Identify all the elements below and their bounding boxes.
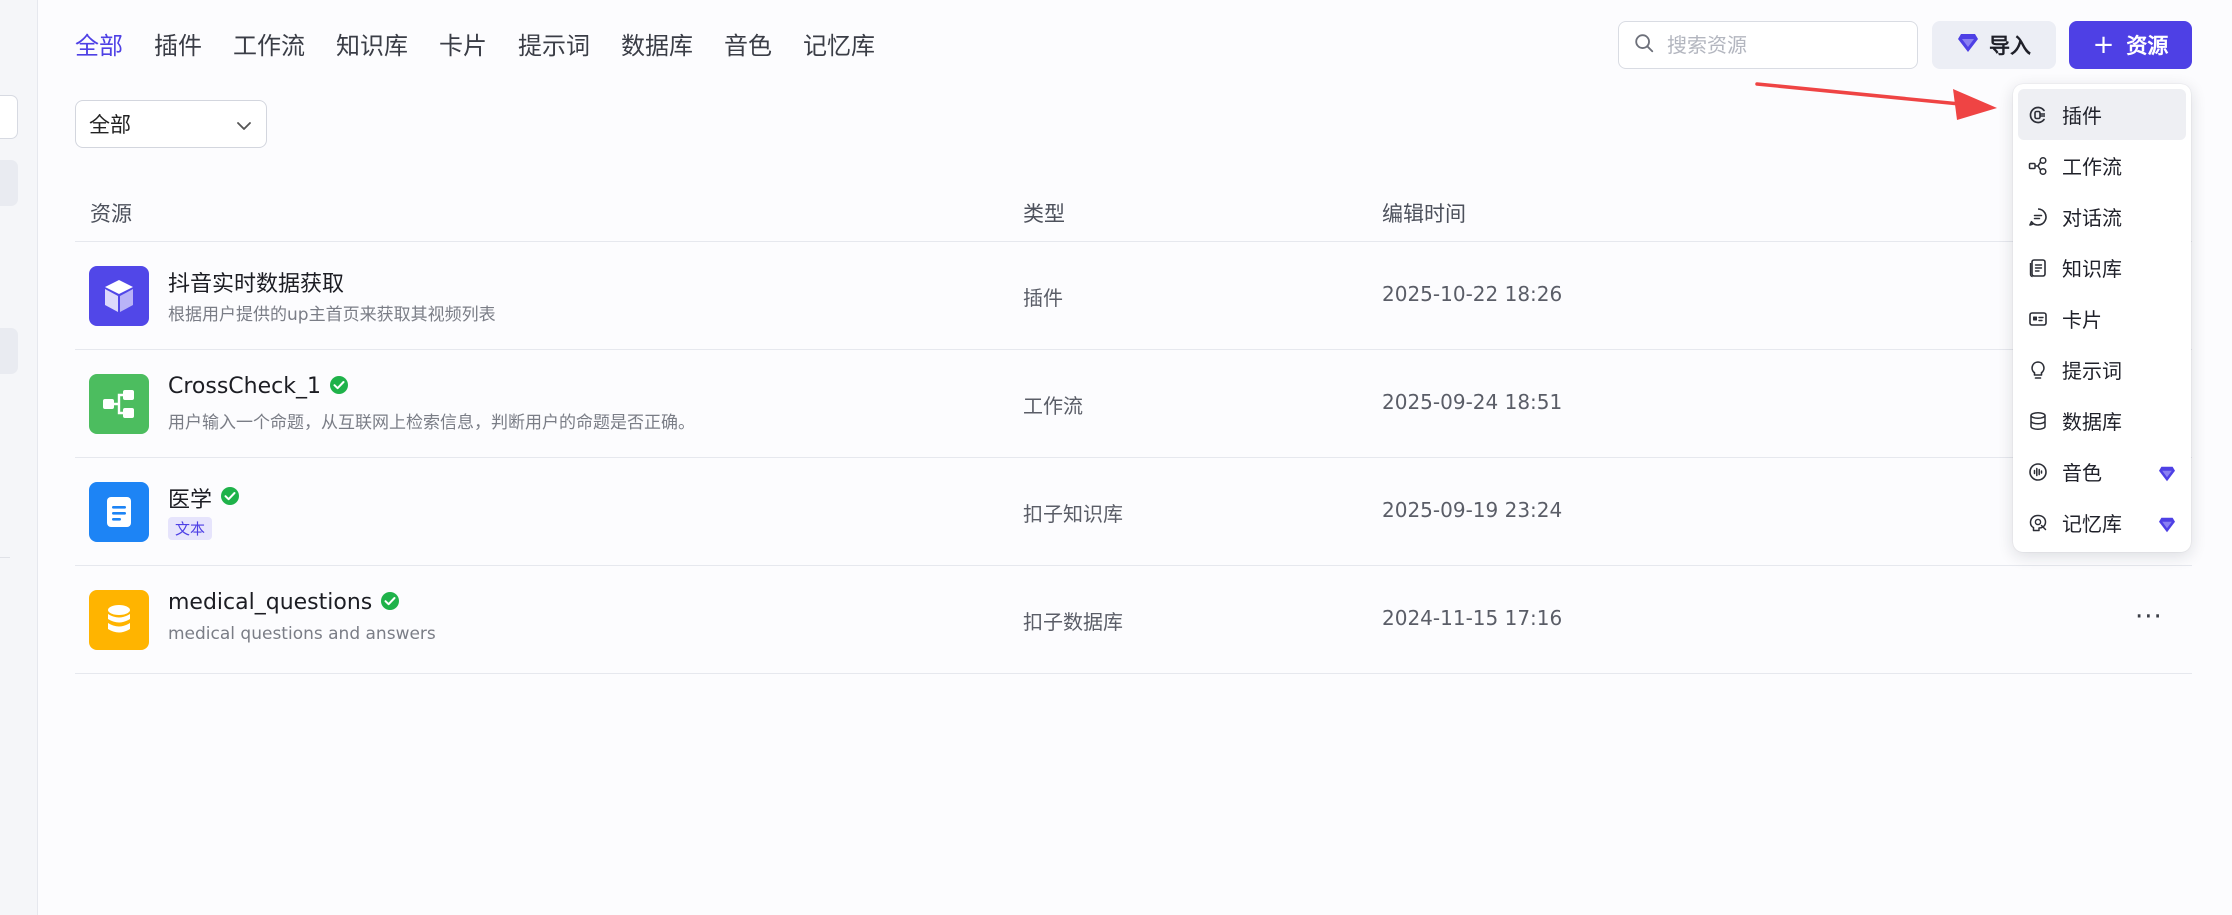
resource-description: 根据用户提供的up主首页来获取其视频列表 (168, 305, 496, 325)
add-resource-button[interactable]: + 资源 (2069, 21, 2192, 69)
document-icon (89, 482, 149, 542)
search-icon (1633, 32, 1655, 58)
search-box[interactable] (1618, 21, 1918, 69)
table-row[interactable]: 医学 文本 扣子知识库 2025-09-19 23:24 (75, 458, 2192, 566)
dropdown-item-database[interactable]: 数据库 (2018, 395, 2186, 446)
dropdown-item-label: 卡片 (2062, 308, 2102, 332)
dropdown-item-label: 插件 (2062, 104, 2102, 128)
format-tag: 文本 (168, 517, 213, 540)
edited-time: 2025-09-19 23:24 (1382, 498, 1563, 522)
tab-plugin[interactable]: 插件 (154, 28, 202, 64)
dropdown-item-label: 知识库 (2062, 257, 2122, 281)
knowledge-icon (2027, 257, 2049, 279)
verified-badge-icon (380, 591, 400, 615)
resource-title: 医学 (168, 488, 213, 513)
database-icon (89, 590, 149, 650)
dropdown-item-memory[interactable]: 记忆库 (2018, 497, 2186, 548)
gem-icon (1957, 33, 1979, 58)
sidebar-item[interactable] (0, 328, 18, 374)
row-title-line: 抖音实时数据获取 (168, 266, 344, 298)
workflow-icon (89, 374, 149, 434)
row-title-line: 医学 (168, 482, 240, 514)
row-title-line: medical_questions (168, 590, 400, 615)
resource-type: 工作流 (1023, 394, 1083, 418)
tab-prompt[interactable]: 提示词 (518, 28, 590, 64)
verified-badge-icon (329, 375, 349, 399)
header-type: 类型 (1023, 202, 1065, 226)
table-row[interactable]: 抖音实时数据获取 根据用户提供的up主首页来获取其视频列表 插件 2025-10… (75, 242, 2192, 350)
voice-icon (2027, 461, 2049, 483)
workflow-icon (2027, 155, 2049, 177)
verified-badge-icon (220, 486, 240, 510)
resource-title: CrossCheck_1 (168, 374, 321, 399)
header-resource: 资源 (90, 202, 132, 226)
tab-workflow[interactable]: 工作流 (233, 28, 305, 64)
resource-description: 用户输入一个命题，从互联网上检索信息，判断用户的命题是否正确。 (168, 413, 695, 433)
dropdown-item-card[interactable]: 卡片 (2018, 293, 2186, 344)
resource-type: 扣子知识库 (1023, 502, 1123, 526)
dropdown-item-label: 提示词 (2062, 359, 2122, 383)
dropdown-item-knowledge[interactable]: 知识库 (2018, 242, 2186, 293)
dropdown-item-prompt[interactable]: 提示词 (2018, 344, 2186, 395)
filter-select[interactable]: 全部 (75, 100, 267, 148)
tab-card[interactable]: 卡片 (439, 28, 487, 64)
premium-gem-icon (2158, 463, 2176, 487)
prompt-icon (2027, 359, 2049, 381)
sidebar-item[interactable] (0, 160, 18, 206)
dropdown-item-label: 音色 (2062, 461, 2102, 485)
dropdown-item-chatflow[interactable]: 对话流 (2018, 191, 2186, 242)
tab-memory[interactable]: 记忆库 (803, 28, 875, 64)
dropdown-item-voice[interactable]: 音色 (2018, 446, 2186, 497)
card-icon (2027, 308, 2049, 330)
table-row[interactable]: CrossCheck_1 用户输入一个命题，从互联网上检索信息，判断用户的命题是… (75, 350, 2192, 458)
resource-title: medical_questions (168, 590, 373, 615)
tab-knowledge[interactable]: 知识库 (336, 28, 408, 64)
filter-selected-value: 全部 (89, 113, 131, 137)
resource-type: 插件 (1023, 286, 1063, 310)
resource-title: 抖音实时数据获取 (168, 272, 345, 297)
tab-database[interactable]: 数据库 (621, 28, 693, 64)
dropdown-item-plugin[interactable]: 插件 (2018, 89, 2186, 140)
table-header: 资源 类型 编辑时间 (75, 188, 2192, 242)
dropdown-item-label: 数据库 (2062, 410, 2122, 434)
table-row[interactable]: medical_questions medical questions and … (75, 566, 2192, 674)
left-sidebar (0, 0, 38, 915)
add-resource-label: 资源 (2126, 34, 2169, 58)
add-resource-dropdown: 插件 工作流 对话流 知识库 卡片 提示词 数据库 音色 记忆库 (2013, 84, 2191, 552)
import-button[interactable]: 导入 (1932, 21, 2056, 69)
edited-time: 2025-09-24 18:51 (1382, 390, 1563, 414)
chevron-down-icon (236, 112, 252, 136)
plugin-icon (2027, 104, 2049, 126)
import-label: 导入 (1989, 34, 2031, 58)
header-edited-time: 编辑时间 (1382, 202, 1466, 226)
premium-gem-icon (2158, 514, 2176, 538)
sidebar-collapse-button[interactable] (0, 95, 18, 139)
resource-description: medical questions and answers (168, 624, 436, 644)
annotation-arrow-icon (1755, 82, 1997, 120)
cube-icon (89, 266, 149, 326)
dropdown-item-workflow[interactable]: 工作流 (2018, 140, 2186, 191)
resource-type-tabs: 全部 插件 工作流 知识库 卡片 提示词 数据库 音色 记忆库 (75, 28, 875, 64)
more-options-icon[interactable]: ··· (2135, 602, 2163, 632)
resource-type: 扣子数据库 (1023, 610, 1123, 634)
row-title-line: CrossCheck_1 (168, 374, 349, 399)
database-icon (2027, 410, 2049, 432)
search-input[interactable] (1667, 33, 1907, 57)
dropdown-item-label: 记忆库 (2062, 512, 2122, 536)
dropdown-item-label: 工作流 (2062, 155, 2122, 179)
tab-voice[interactable]: 音色 (724, 28, 772, 64)
chatflow-icon (2027, 206, 2049, 228)
edited-time: 2025-10-22 18:26 (1382, 282, 1563, 306)
sidebar-divider (0, 557, 10, 558)
edited-time: 2024-11-15 17:16 (1382, 606, 1563, 630)
dropdown-item-label: 对话流 (2062, 206, 2122, 230)
tab-all[interactable]: 全部 (75, 28, 123, 64)
memory-icon (2027, 512, 2049, 534)
plus-icon: + (2092, 30, 2115, 60)
